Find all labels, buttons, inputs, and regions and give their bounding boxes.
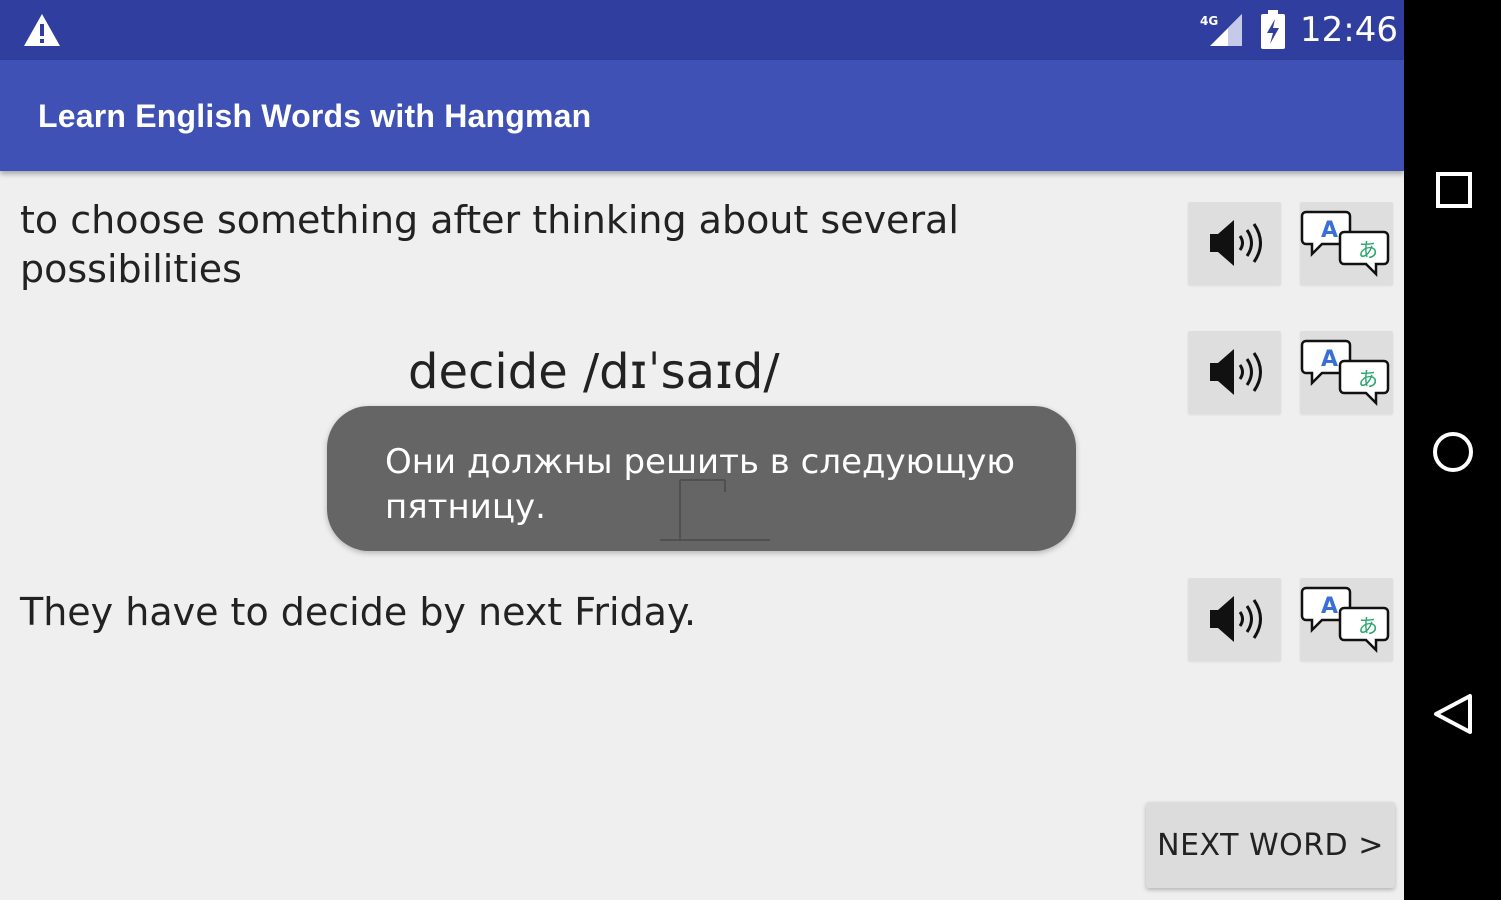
- speak-example-button[interactable]: [1188, 578, 1281, 661]
- translate-example-button[interactable]: A あ: [1300, 578, 1393, 661]
- speaker-icon: [1210, 596, 1262, 642]
- cellular-signal-icon: 4G: [1200, 14, 1242, 46]
- status-bar: 4G 12:46: [0, 0, 1404, 60]
- svg-text:あ: あ: [1358, 238, 1378, 262]
- recents-square-icon: [1436, 172, 1472, 208]
- svg-text:4G: 4G: [1200, 14, 1218, 28]
- home-button[interactable]: [1404, 401, 1501, 501]
- translate-icon: A あ: [1300, 339, 1390, 407]
- speak-word-button[interactable]: [1188, 331, 1281, 414]
- translate-word-button[interactable]: A あ: [1300, 331, 1393, 414]
- word-pronunciation: decide /dɪˈsaɪd/: [408, 344, 780, 400]
- svg-text:A: A: [1321, 594, 1338, 619]
- speaker-icon: [1210, 220, 1262, 266]
- definition-text: to choose something after thinking about…: [20, 198, 959, 291]
- clock: 12:46: [1300, 10, 1398, 50]
- back-triangle-icon: [1434, 694, 1472, 734]
- translate-icon: A あ: [1300, 210, 1390, 278]
- back-button[interactable]: [1404, 664, 1501, 764]
- speak-definition-button[interactable]: [1188, 202, 1281, 285]
- app-screen: 4G 12:46 Learn English Words with Hangma…: [0, 0, 1404, 900]
- app-title: Learn English Words with Hangman: [38, 98, 592, 134]
- warning-icon: [24, 14, 60, 46]
- home-circle-icon: [1433, 432, 1473, 472]
- hangman-gallows-icon: [660, 479, 770, 541]
- recents-button[interactable]: [1404, 138, 1501, 238]
- svg-text:A: A: [1321, 218, 1338, 243]
- navigation-bar: [1404, 0, 1501, 900]
- translate-definition-button[interactable]: A あ: [1300, 202, 1393, 285]
- next-word-button[interactable]: NEXT WORD >: [1146, 802, 1395, 888]
- svg-text:A: A: [1321, 347, 1338, 372]
- translate-icon: A あ: [1300, 586, 1390, 654]
- app-bar: Learn English Words with Hangman: [0, 60, 1404, 171]
- example-sentence: They have to decide by next Friday.: [20, 590, 697, 634]
- speaker-icon: [1210, 349, 1262, 395]
- battery-charging-icon: [1261, 10, 1285, 49]
- svg-text:あ: あ: [1358, 367, 1378, 391]
- svg-text:あ: あ: [1358, 614, 1378, 638]
